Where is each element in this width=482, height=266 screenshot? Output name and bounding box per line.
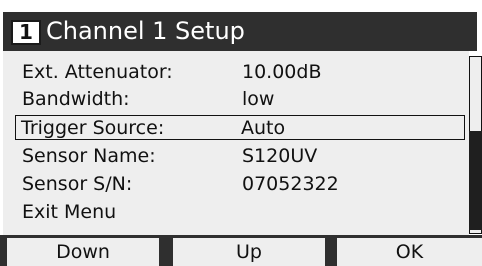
menu-item-trigger-source[interactable]: Trigger Source: Auto <box>15 115 465 140</box>
menu-item-label: Trigger Source: <box>21 117 165 139</box>
menu-item-label: Sensor S/N: <box>22 173 133 195</box>
menu-item-sensor-name[interactable]: Sensor Name: S120UV <box>18 143 468 169</box>
channel-setup-screen: 1 Channel 1 Setup Ext. Attenuator: 10.00… <box>0 0 482 266</box>
menu-item-value: S120UV <box>242 145 318 167</box>
down-button[interactable]: Down <box>7 238 159 266</box>
menu-item-value: 07052322 <box>242 173 339 195</box>
menu-item-label: Exit Menu <box>22 201 117 223</box>
menu-item-sensor-sn[interactable]: Sensor S/N: 07052322 <box>18 171 468 197</box>
page-title: Channel 1 Setup <box>46 17 245 45</box>
title-bar: 1 Channel 1 Setup <box>3 12 477 51</box>
menu-item-label: Bandwidth: <box>22 88 130 110</box>
menu-item-value: 10.00dB <box>242 61 322 83</box>
menu-item-label: Ext. Attenuator: <box>22 61 173 83</box>
menu-item-exit-menu[interactable]: Exit Menu <box>18 199 468 225</box>
scrollbar-thumb[interactable] <box>469 131 482 230</box>
menu-item-value: low <box>242 88 275 110</box>
menu-item-value: Auto <box>241 117 286 139</box>
ok-button[interactable]: OK <box>337 238 482 266</box>
up-button[interactable]: Up <box>173 238 325 266</box>
menu-item-bandwidth[interactable]: Bandwidth: low <box>18 86 468 112</box>
channel-number-badge: 1 <box>11 20 41 45</box>
menu-item-label: Sensor Name: <box>22 145 156 167</box>
menu-item-ext-attenuator[interactable]: Ext. Attenuator: 10.00dB <box>18 59 468 85</box>
